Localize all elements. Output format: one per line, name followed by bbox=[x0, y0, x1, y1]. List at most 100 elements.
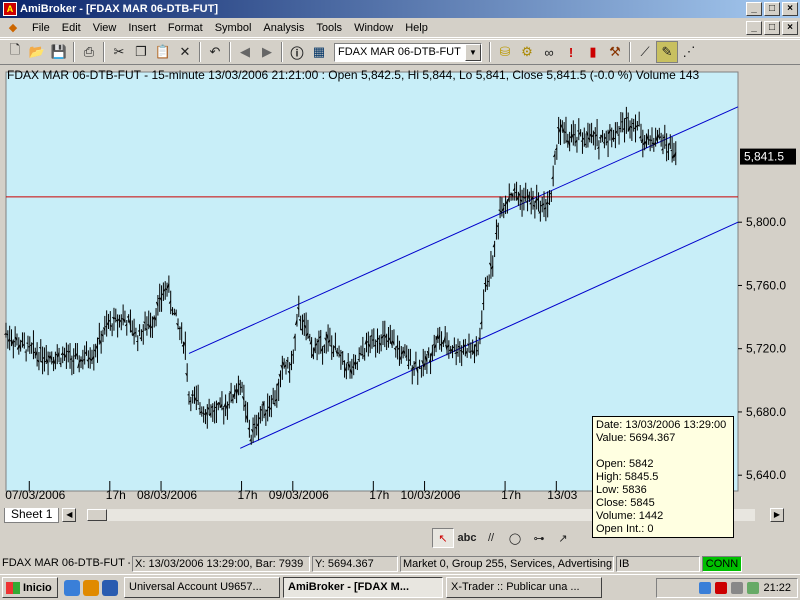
network-icon[interactable] bbox=[699, 582, 712, 594]
symbol-value: FDAX MAR 06-DTB-FUT bbox=[338, 46, 461, 58]
y-tick-label: 5,680.0 bbox=[746, 405, 786, 419]
status-y: Y: 5694.367 bbox=[312, 556, 398, 572]
save-icon[interactable]: 💾 bbox=[48, 41, 70, 63]
volume-icon[interactable] bbox=[731, 582, 744, 594]
x-tick-label: 17h bbox=[106, 488, 126, 502]
menu-view[interactable]: View bbox=[87, 22, 123, 34]
ohlc-open-tick bbox=[637, 124, 640, 127]
menu-tools[interactable]: Tools bbox=[310, 22, 348, 34]
start-button[interactable]: Inicio bbox=[2, 577, 58, 598]
cut-icon[interactable]: ✂ bbox=[108, 41, 130, 63]
x-tick-label: 08/03/2006 bbox=[137, 488, 197, 502]
ohlc-open-tick bbox=[362, 355, 365, 357]
arrow-line-icon[interactable]: ↗ bbox=[552, 528, 574, 548]
dots-icon[interactable]: ⋰ bbox=[678, 41, 700, 63]
ellipse-icon[interactable]: ◯ bbox=[504, 528, 526, 548]
ohlc-open-tick bbox=[406, 364, 409, 367]
tooltip-volume: Volume: 1442 bbox=[596, 510, 664, 522]
document-icon[interactable]: ◆ bbox=[6, 21, 20, 35]
amibroker-icon: A bbox=[3, 2, 17, 16]
menu-help[interactable]: Help bbox=[399, 22, 434, 34]
exclamation-icon[interactable]: ! bbox=[560, 41, 582, 63]
taskbar-button-xtrader[interactable]: X-Trader :: Publicar una ... bbox=[446, 577, 602, 598]
calendar-icon[interactable]: ▦ bbox=[308, 41, 330, 63]
back-icon[interactable]: ◀ bbox=[234, 41, 256, 63]
line-tool-icon[interactable]: ⟋ bbox=[634, 41, 656, 63]
ohlc-open-tick bbox=[73, 355, 76, 357]
media-player-icon[interactable] bbox=[83, 579, 99, 596]
menu-edit[interactable]: Edit bbox=[56, 22, 87, 34]
taskbar-button-universal-account[interactable]: Universal Account U9657... bbox=[124, 577, 280, 598]
paste-icon[interactable]: 📋 bbox=[152, 41, 174, 63]
maximize-button[interactable]: □ bbox=[764, 2, 780, 16]
menu-file[interactable]: File bbox=[26, 22, 56, 34]
x-tick-label: 13/03 bbox=[547, 488, 577, 502]
current-price-label: 5,841.5 bbox=[744, 150, 784, 164]
tooltip-open-int: Open Int.: 0 bbox=[596, 523, 654, 535]
hammer-icon[interactable]: ⚒ bbox=[604, 41, 626, 63]
outlook-icon[interactable] bbox=[102, 579, 118, 596]
menu-format[interactable]: Format bbox=[162, 22, 209, 34]
menu-analysis[interactable]: Analysis bbox=[257, 22, 310, 34]
x-tick-label: 17h bbox=[501, 488, 521, 502]
scroll-right-arrow[interactable]: ▶ bbox=[770, 508, 784, 522]
ohlc-open-tick bbox=[291, 354, 294, 356]
chevron-down-icon[interactable]: ▼ bbox=[465, 43, 481, 61]
doc-minimize-button[interactable]: _ bbox=[746, 21, 762, 35]
doc-restore-button[interactable]: □ bbox=[764, 21, 780, 35]
info-icon[interactable]: ⓘ bbox=[286, 41, 308, 63]
open-icon[interactable]: 📂 bbox=[26, 41, 48, 63]
ohlc-open-tick bbox=[476, 350, 479, 352]
x-tick-label: 09/03/2006 bbox=[269, 488, 329, 502]
menu-window[interactable]: Window bbox=[348, 22, 399, 34]
undo-icon[interactable]: ↶ bbox=[204, 41, 226, 63]
pen-icon[interactable]: ✎ bbox=[656, 41, 678, 63]
doc-close-button[interactable]: × bbox=[782, 21, 798, 35]
copy-icon[interactable]: ❐ bbox=[130, 41, 152, 63]
ohlc-open-tick bbox=[341, 351, 343, 354]
ohlc-open-tick bbox=[31, 343, 34, 345]
new-icon[interactable]: 🗋 bbox=[4, 41, 26, 63]
status-bar: FDAX MAR 06-DTB-FUT - 1 X: 13/03/2006 13… bbox=[0, 555, 800, 573]
window-title: AmiBroker - [FDAX MAR 06-DTB-FUT] bbox=[20, 3, 218, 15]
segment-icon[interactable]: ⊶ bbox=[528, 528, 550, 548]
antivirus-icon[interactable] bbox=[715, 582, 728, 594]
windows-logo-icon bbox=[6, 581, 20, 594]
menu-symbol[interactable]: Symbol bbox=[209, 22, 258, 34]
ohlc-open-tick bbox=[540, 204, 543, 207]
sheet-tab-1[interactable]: Sheet 1 bbox=[4, 507, 60, 523]
close-button[interactable]: × bbox=[782, 2, 798, 16]
menu-insert[interactable]: Insert bbox=[122, 22, 162, 34]
gear-icon[interactable]: ⚙ bbox=[516, 41, 538, 63]
ohlc-open-tick bbox=[66, 350, 69, 353]
coins-icon[interactable]: ⛁ bbox=[494, 41, 516, 63]
cursor-icon[interactable]: ↖ bbox=[432, 528, 454, 548]
ohlc-open-tick bbox=[470, 350, 473, 352]
minimize-button[interactable]: _ bbox=[746, 2, 762, 16]
status-source: IB bbox=[616, 556, 700, 572]
ohlc-open-tick bbox=[522, 196, 525, 198]
x-tick-label: 10/03/2006 bbox=[401, 488, 461, 502]
ohlc-open-tick bbox=[650, 139, 653, 142]
quick-launch bbox=[64, 579, 118, 596]
text-tool-icon[interactable]: abc bbox=[456, 528, 478, 548]
internet-explorer-icon[interactable] bbox=[64, 579, 80, 596]
y-tick-label: 5,800.0 bbox=[746, 215, 786, 229]
status-x: X: 13/03/2006 13:29:00, Bar: 7939 bbox=[132, 556, 310, 572]
symbol-combobox[interactable]: FDAX MAR 06-DTB-FUT ▼ bbox=[334, 42, 482, 62]
glasses-icon[interactable]: ∞ bbox=[538, 41, 560, 63]
toolbar-separator bbox=[229, 42, 231, 62]
tooltip-low: Low: 5836 bbox=[596, 484, 647, 496]
chart-tool-icon[interactable]: ▮ bbox=[582, 41, 604, 63]
ohlc-open-tick bbox=[330, 345, 332, 347]
taskbar-button-amibroker[interactable]: AmiBroker - [FDAX M... bbox=[283, 577, 443, 598]
forward-icon[interactable]: ▶ bbox=[256, 41, 278, 63]
parallel-lines-icon[interactable]: // bbox=[480, 528, 502, 548]
tray-app-icon[interactable] bbox=[747, 582, 760, 594]
print-icon[interactable]: ⎙ bbox=[78, 41, 100, 63]
y-tick-label: 5,720.0 bbox=[746, 342, 786, 356]
drawing-toolbar: ↖ abc // ◯ ⊶ ↗ bbox=[432, 527, 574, 549]
scroll-thumb[interactable] bbox=[87, 509, 107, 521]
scroll-left-arrow[interactable]: ◀ bbox=[62, 508, 77, 522]
delete-icon[interactable]: ✕ bbox=[174, 41, 196, 63]
